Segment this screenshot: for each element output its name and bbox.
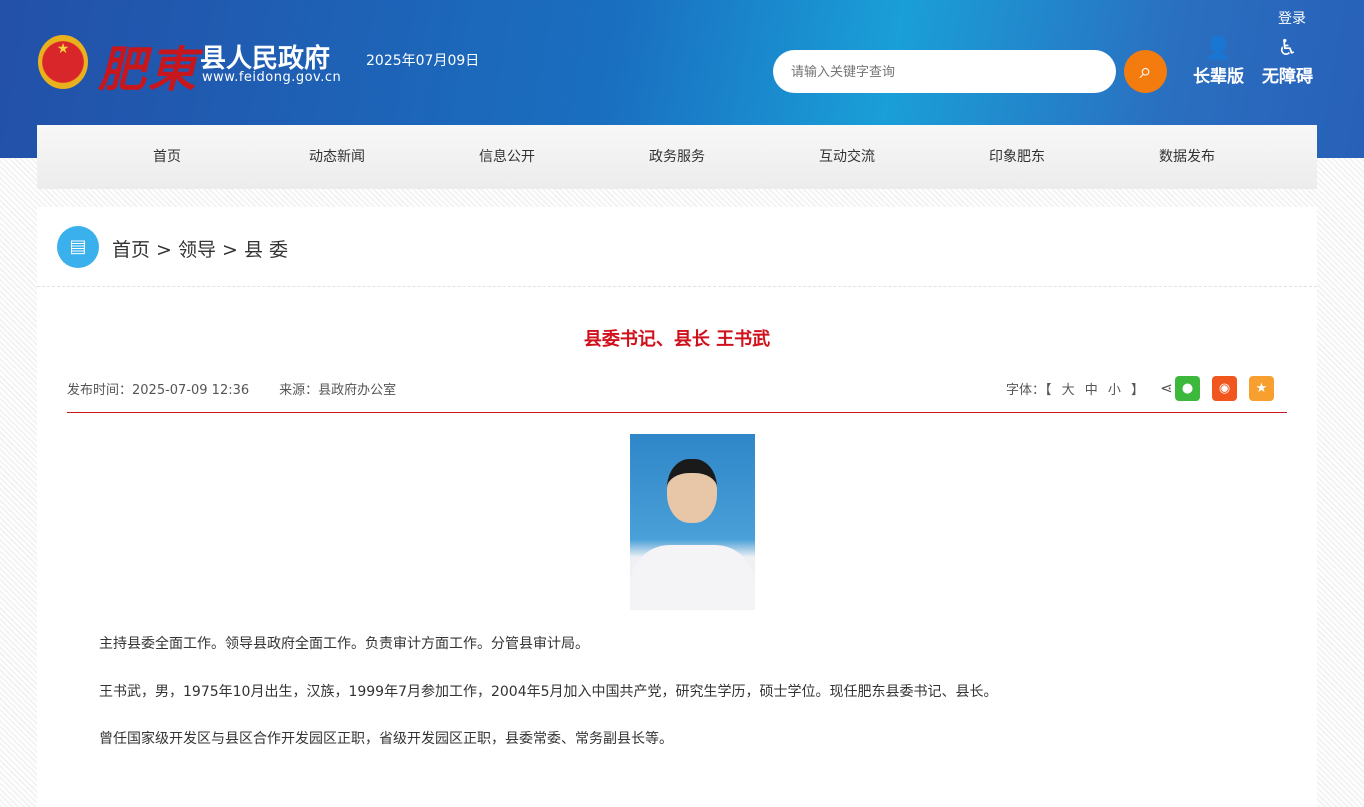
logo-calligraphy: 肥東 xyxy=(98,42,199,98)
nav-news[interactable]: 动态新闻 xyxy=(252,125,422,189)
nav-info[interactable]: 信息公开 xyxy=(422,125,592,189)
article-meta: 发布时间：2025-07-09 12:36 来源：县政府办公室 xyxy=(67,379,426,398)
accessibility-button[interactable]: ♿ 无障碍 xyxy=(1262,36,1313,87)
main-nav: 首页 动态新闻 信息公开 政务服务 互动交流 印象肥东 数据发布 xyxy=(37,125,1317,189)
publish-time: 发布时间：2025-07-09 12:36 xyxy=(67,383,250,398)
nav-impression[interactable]: 印象肥东 xyxy=(932,125,1102,189)
nav-services[interactable]: 政务服务 xyxy=(592,125,762,189)
article-title: 县委书记、县长 王书武 xyxy=(583,329,771,350)
paragraph: 主持县委全面工作。领导县政府全面工作。负责审计方面工作。分管县审计局。 xyxy=(99,636,589,652)
search-button[interactable]: ⌕ xyxy=(1124,50,1167,93)
paragraph: 曾任国家级开发区与县区合作开发园区正职，省级开发园区正职，县委常委、常务副县长等… xyxy=(99,731,673,747)
document-icon: ▤ xyxy=(57,226,99,268)
divider xyxy=(37,286,1317,287)
national-emblem-icon: ★ xyxy=(38,35,88,89)
elder-icon: 👤 xyxy=(1204,36,1233,61)
nav-home[interactable]: 首页 xyxy=(82,125,252,189)
nav-interaction[interactable]: 互动交流 xyxy=(762,125,932,189)
site-url: www.feidong.gov.cn xyxy=(202,70,342,85)
date: 2025年07月09日 xyxy=(366,53,480,69)
elder-mode-button[interactable]: 👤 长辈版 xyxy=(1193,36,1244,87)
content-card: ▤ 首页 > 领导 > 县 委 县委书记、县长 王书武 发布时间：2025-07… xyxy=(37,207,1317,807)
qzone-icon[interactable]: ★ xyxy=(1249,376,1274,401)
wechat-icon[interactable]: ● xyxy=(1175,376,1200,401)
breadcrumb[interactable]: 首页 > 领导 > 县 委 xyxy=(112,235,288,262)
source: 来源：县政府办公室 xyxy=(279,383,397,398)
login-link[interactable]: 登录 xyxy=(1278,8,1306,28)
search-input[interactable] xyxy=(773,50,1116,93)
nav-data[interactable]: 数据发布 xyxy=(1102,125,1272,189)
red-divider xyxy=(67,412,1287,413)
search-icon: ⌕ xyxy=(1139,59,1152,84)
paragraph: 王书武，男，1975年10月出生，汉族，1999年7月参加工作，2004年5月加… xyxy=(99,684,998,700)
wheelchair-icon: ♿ xyxy=(1277,36,1298,61)
weibo-icon[interactable]: ◉ xyxy=(1212,376,1237,401)
font-size-controls[interactable]: 字体：【 大 中 小 】 xyxy=(1006,379,1144,398)
portrait-photo xyxy=(630,434,755,610)
